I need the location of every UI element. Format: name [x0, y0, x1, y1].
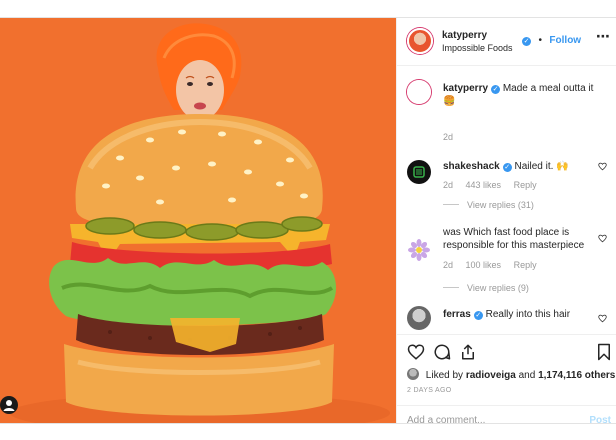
- caption-timestamp[interactable]: 2d: [443, 132, 453, 142]
- comment-username[interactable]: shakeshack: [443, 161, 500, 172]
- add-comment-bar: Add a comment... Post: [397, 405, 616, 426]
- comment-likes[interactable]: 443 likes: [466, 180, 502, 190]
- commenter-avatar[interactable]: [407, 306, 431, 330]
- bookmark-icon[interactable]: [596, 343, 612, 361]
- author-avatar[interactable]: [407, 28, 433, 54]
- view-replies-text[interactable]: View replies (9): [467, 283, 529, 293]
- comment-text-line: shakeshack ✓ Nailed it. 🙌: [443, 160, 603, 173]
- more-options-icon[interactable]: ⋯: [596, 28, 611, 45]
- liker-username[interactable]: radioveiga: [466, 370, 516, 381]
- verified-badge-icon: ✓: [502, 163, 512, 172]
- likes-count[interactable]: 1,174,116 others: [538, 370, 615, 381]
- comment-username[interactable]: ferras: [443, 309, 471, 320]
- replies-divider: [443, 287, 459, 288]
- likes-summary: Liked by radioveiga and 1,174,116 others: [407, 368, 615, 381]
- verified-badge-icon: ✓: [473, 311, 483, 320]
- comment-text: Nailed it. 🙌: [514, 161, 569, 172]
- commenter-avatar[interactable]: [407, 160, 431, 184]
- caption-time: 2d: [443, 132, 463, 142]
- burger-costume-illustration: [0, 18, 396, 423]
- comment-like-heart-icon[interactable]: [598, 314, 607, 323]
- instagram-post: katyperry ✓ • Follow Impossible Foods ⋯ …: [0, 17, 616, 426]
- separator-dot: •: [538, 35, 542, 46]
- view-replies-link[interactable]: View replies (9): [443, 283, 529, 293]
- comment-meta: 2d 443 likes Reply: [443, 180, 547, 190]
- verified-badge-icon: ✓: [522, 37, 531, 46]
- caption-username[interactable]: katyperry: [443, 83, 488, 94]
- reply-button[interactable]: Reply: [514, 180, 537, 190]
- caption-text-line: katyperry ✓ Made a meal outta it 🍔: [443, 82, 603, 108]
- comment-like-heart-icon[interactable]: [598, 162, 607, 171]
- comment-like-heart-icon[interactable]: [598, 234, 607, 243]
- caption-avatar[interactable]: [407, 80, 431, 104]
- comment-time[interactable]: 2d: [443, 260, 453, 270]
- follow-group: ✓ • Follow: [519, 30, 581, 48]
- comments-list: katyperry ✓ Made a meal outta it 🍔 2d sha…: [397, 66, 616, 334]
- comment-text-line: ferras ✓ Really into this hair: [443, 308, 603, 321]
- comment-likes[interactable]: 100 likes: [466, 260, 502, 270]
- user-tag-icon[interactable]: [0, 396, 18, 414]
- likes-middle: and: [518, 370, 536, 381]
- liker-avatar[interactable]: [407, 368, 419, 380]
- post-comment-button[interactable]: Post: [589, 415, 611, 426]
- verified-badge-icon: ✓: [491, 85, 501, 94]
- view-replies-text[interactable]: View replies (31): [467, 200, 534, 210]
- post-date[interactable]: 2 DAYS AGO: [407, 387, 452, 394]
- commenter-avatar[interactable]: [407, 238, 431, 262]
- comment-time[interactable]: 2d: [443, 180, 453, 190]
- post-photo[interactable]: [0, 18, 396, 423]
- share-icon[interactable]: [459, 343, 477, 361]
- post-actions: Liked by radioveiga and 1,174,116 others…: [397, 334, 616, 426]
- comment-text: Really into this hair: [485, 309, 571, 320]
- reply-button[interactable]: Reply: [514, 260, 537, 270]
- comment-meta: 2d 100 likes Reply: [443, 260, 547, 270]
- heart-icon[interactable]: [407, 343, 425, 361]
- follow-button[interactable]: Follow: [549, 35, 581, 46]
- post-header: katyperry ✓ • Follow Impossible Foods ⋯: [397, 18, 616, 66]
- comment-text: was Which fast food place is responsible…: [443, 227, 585, 251]
- view-replies-link[interactable]: View replies (31): [443, 200, 534, 210]
- comment-icon[interactable]: [433, 343, 451, 361]
- replies-divider: [443, 204, 459, 205]
- post-sidebar: katyperry ✓ • Follow Impossible Foods ⋯ …: [396, 18, 616, 426]
- author-username[interactable]: katyperry: [442, 30, 487, 41]
- add-comment-input[interactable]: Add a comment...: [407, 415, 485, 426]
- location-link[interactable]: Impossible Foods: [442, 43, 513, 53]
- likes-prefix: Liked by: [425, 370, 464, 381]
